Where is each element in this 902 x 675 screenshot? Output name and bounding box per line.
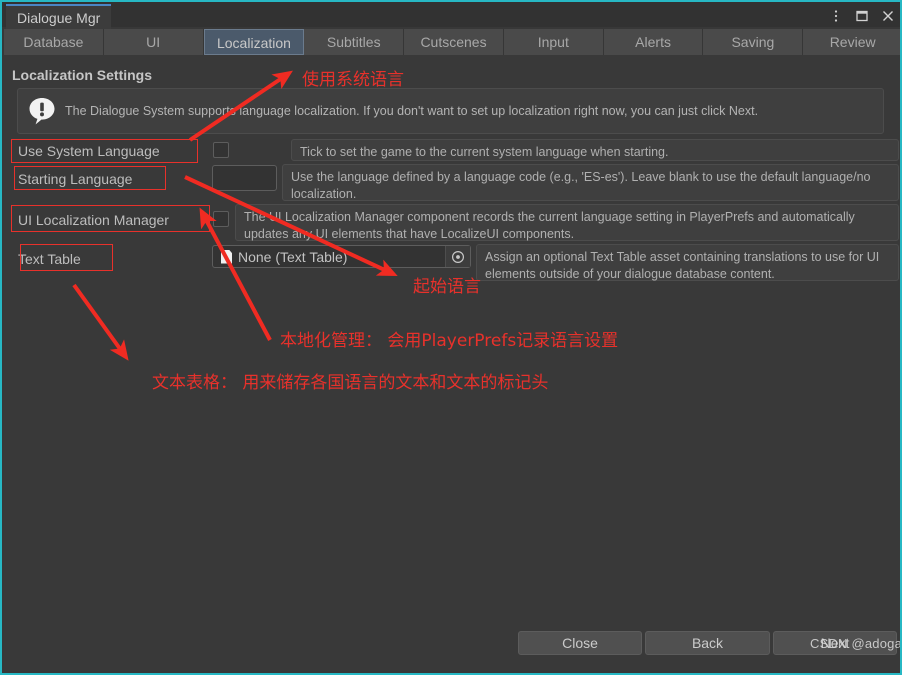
tab-cutscenes[interactable]: Cutscenes (404, 29, 504, 55)
watermark: CSDN @adogai (810, 636, 902, 651)
tab-review[interactable]: Review (803, 29, 900, 55)
label-text-table: Text Table (18, 251, 81, 267)
label-starting-language: Starting Language (18, 171, 133, 187)
dialogue-manager-window: Dialogue Mgr Database UI Localization Su… (0, 0, 902, 675)
info-help-box: The Dialogue System supports language lo… (17, 88, 884, 134)
tab-localization[interactable]: Localization (203, 29, 305, 55)
settings-tabstrip: Database UI Localization Subtitles Cutsc… (4, 29, 900, 55)
checkbox-use-system-language[interactable] (213, 142, 229, 158)
window-controls (824, 2, 900, 29)
tip-use-system-language: Tick to set the game to the current syst… (291, 139, 899, 161)
tab-saving[interactable]: Saving (703, 29, 804, 55)
page-title: Localization Settings (12, 67, 153, 83)
close-button[interactable]: Close (518, 631, 642, 655)
tip-ui-localization-manager: The UI Localization Manager component re… (235, 204, 899, 241)
info-help-text: The Dialogue System supports language lo… (65, 103, 759, 118)
tip-text-table: Assign an optional Text Table asset cont… (476, 244, 899, 281)
tip-starting-language: Use the language defined by a language c… (282, 164, 899, 201)
label-use-system-language: Use System Language (18, 143, 160, 159)
asset-file-icon (221, 249, 232, 264)
close-icon[interactable] (876, 4, 900, 28)
object-picker-icon[interactable] (445, 246, 470, 267)
tab-database[interactable]: Database (4, 29, 104, 55)
tab-input[interactable]: Input (503, 29, 604, 55)
window-tab-dialogue-mgr[interactable]: Dialogue Mgr (6, 4, 112, 29)
exclamation-bubble-icon (27, 96, 57, 126)
objectfield-text-table-value: None (Text Table) (238, 248, 348, 265)
tab-ui[interactable]: UI (103, 29, 204, 55)
input-starting-language[interactable] (212, 165, 277, 191)
more-options-icon[interactable] (824, 4, 848, 28)
maximize-icon[interactable] (850, 4, 874, 28)
objectfield-text-table[interactable]: None (Text Table) (212, 245, 471, 268)
localization-settings-panel: Localization Settings The Dialogue Syste… (4, 55, 902, 671)
back-button[interactable]: Back (645, 631, 770, 655)
label-ui-localization-manager: UI Localization Manager (18, 212, 169, 228)
tab-alerts[interactable]: Alerts (603, 29, 704, 55)
tab-subtitles[interactable]: Subtitles (304, 29, 405, 55)
window-titlebar: Dialogue Mgr (2, 0, 900, 29)
window-tab-label: Dialogue Mgr (17, 10, 101, 26)
checkbox-ui-localization-manager[interactable] (213, 211, 229, 227)
